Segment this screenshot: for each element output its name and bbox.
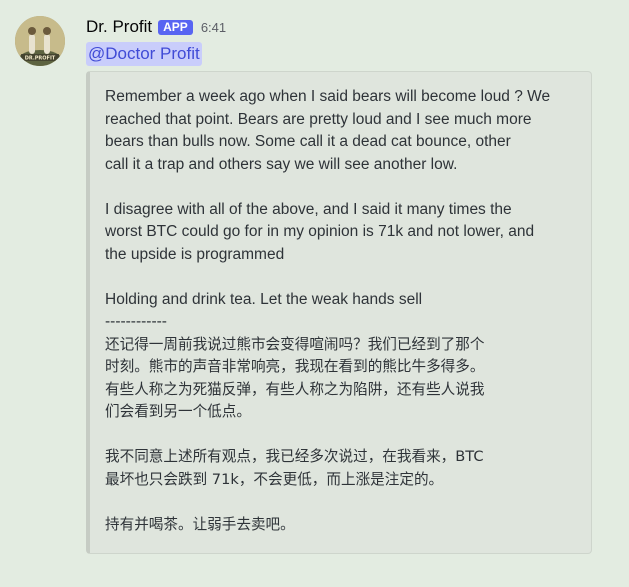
embed-line-blank: [105, 424, 585, 447]
embed-line: the upside is programmed: [105, 245, 285, 263]
embed-line-blank: [105, 176, 585, 199]
embed-line: reached that point. Bears are pretty lou…: [105, 110, 532, 128]
timestamp[interactable]: 6:41: [201, 20, 226, 35]
embed-line: 我不同意上述所有观点，我已经多次说过，在我看来，BTC: [105, 448, 484, 465]
embed-line-divider: ------------: [105, 313, 167, 330]
embed-description: Remember a week ago when I said bears wi…: [105, 86, 585, 536]
avatar[interactable]: DR.PROFIT: [15, 16, 65, 66]
user-mention[interactable]: @Doctor Profit: [86, 42, 202, 66]
embed-line: 们会看到另一个低点。: [105, 403, 251, 420]
embed-line: I disagree with all of the above, and I …: [105, 200, 512, 218]
avatar-text: DR.PROFIT: [25, 56, 56, 62]
app-badge: APP: [158, 19, 193, 35]
embed-line: 持有并喝茶。让弱手去卖吧。: [105, 515, 295, 533]
embed-line-blank: [105, 491, 585, 514]
avatar-icon: DR.PROFIT: [15, 16, 65, 66]
username[interactable]: Dr. Profit: [86, 17, 152, 37]
message-header: Dr. Profit APP 6:41: [86, 15, 226, 39]
embed-line: Remember a week ago when I said bears wi…: [105, 88, 551, 105]
embed-line: 最坏也只会跌到 71k，不会更低，而上涨是注定的。: [105, 470, 444, 488]
embed-line: bears than bulls now. Some call it a dea…: [105, 133, 511, 150]
chat-message: DR.PROFIT Dr. Profit APP 6:41 @Doctor Pr…: [0, 0, 629, 587]
embed-line: 有些人称之为死猫反弹，有些人称之为陷阱，还有些人说我: [105, 380, 485, 398]
embed-line: 还记得一周前我说过熊市会变得喧闹吗？我们已经到了那个: [105, 335, 485, 353]
message-embed: Remember a week ago when I said bears wi…: [86, 71, 592, 554]
embed-line: Holding and drink tea. Let the weak hand…: [105, 290, 423, 308]
embed-line: 时刻。熊市的声音非常响亮，我现在看到的熊比牛多得多。: [105, 358, 485, 375]
embed-line-blank: [105, 266, 585, 289]
embed-line: call it a trap and others say we will se…: [105, 155, 458, 173]
embed-line: worst BTC could go for in my opinion is …: [105, 223, 535, 240]
